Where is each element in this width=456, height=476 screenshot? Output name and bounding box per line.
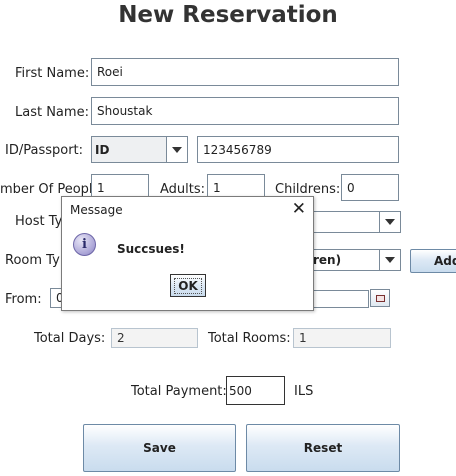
first-name-label: First Name: (15, 66, 90, 81)
id-passport-label: ID/Passport: (5, 143, 84, 158)
dialog-message: Succsues! (117, 242, 185, 256)
adults-label: Adults: (160, 182, 206, 197)
id-type-select[interactable]: ID (91, 136, 188, 163)
first-name-field[interactable]: Roei (91, 58, 399, 86)
last-name-field[interactable]: Shoustak (91, 97, 399, 125)
chevron-down-icon[interactable] (166, 137, 187, 162)
host-type-label: Host Ty (15, 214, 63, 229)
id-number-field[interactable]: 123456789 (197, 136, 399, 163)
childrens-label: Childrens: (275, 182, 341, 197)
from-label: From: (5, 292, 42, 307)
number-of-people-label: mber Of People: (0, 182, 105, 197)
id-type-value: ID (95, 142, 110, 157)
info-icon: i (73, 233, 96, 256)
total-rooms-label: Total Rooms: (208, 331, 291, 346)
total-days-field: 2 (111, 328, 198, 348)
total-payment-field: 500 (226, 376, 285, 405)
add-room-button[interactable]: Add (410, 249, 456, 273)
chevron-down-icon[interactable] (379, 250, 400, 270)
message-dialog: Message ✕ i Succsues! OK (61, 196, 314, 311)
last-name-label: Last Name: (15, 105, 89, 120)
ok-button[interactable]: OK (170, 274, 206, 297)
close-icon[interactable]: ✕ (292, 199, 306, 219)
chevron-down-icon[interactable] (379, 212, 400, 232)
save-button[interactable]: Save (83, 424, 236, 472)
total-days-label: Total Days: (34, 331, 106, 346)
childrens-field[interactable]: 0 (341, 174, 399, 201)
dialog-title: Message (70, 203, 123, 217)
page-title: New Reservation (118, 2, 338, 28)
reset-button[interactable]: Reset (246, 424, 400, 472)
room-type-label: Room Ty (5, 253, 60, 268)
currency-label: ILS (294, 384, 314, 399)
calendar-icon[interactable] (370, 289, 390, 307)
ok-button-label: OK (174, 277, 202, 294)
total-rooms-field: 1 (293, 328, 391, 348)
total-payment-label: Total Payment: (131, 384, 227, 399)
